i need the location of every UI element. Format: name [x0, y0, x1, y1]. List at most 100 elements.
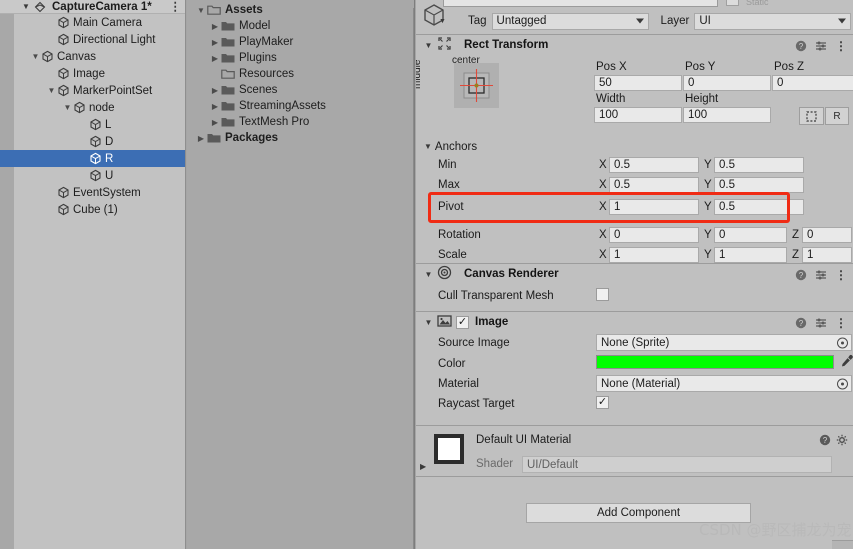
- preset-icon[interactable]: [815, 317, 827, 329]
- chevron-right-icon[interactable]: ▶: [209, 118, 221, 127]
- gameobject-cube-icon: [57, 203, 70, 216]
- pos-y-input[interactable]: 0: [683, 75, 771, 91]
- chevron-down-icon: [635, 18, 644, 24]
- anchor-min-y-input[interactable]: 0.5: [714, 157, 804, 173]
- pivot-y-input[interactable]: 0.5: [714, 199, 804, 215]
- material-object-field[interactable]: None (Material): [596, 375, 852, 392]
- hierarchy-item-directional-light[interactable]: Directional Light: [0, 31, 185, 48]
- chevron-down-icon[interactable]: ▼: [422, 41, 435, 50]
- hierarchy-item-label: node: [89, 101, 115, 114]
- help-icon[interactable]: ?: [795, 317, 807, 329]
- chevron-down-icon[interactable]: ▼: [422, 270, 435, 279]
- hierarchy-item-r[interactable]: R: [0, 150, 185, 167]
- chevron-down-icon[interactable]: ▼: [424, 142, 432, 151]
- shader-label: Shader: [476, 458, 514, 470]
- kebab-menu-icon[interactable]: ⋮: [835, 317, 847, 329]
- preset-icon[interactable]: [815, 40, 827, 52]
- chevron-right-icon[interactable]: ▶: [209, 86, 221, 95]
- kebab-menu-icon[interactable]: ⋮: [835, 269, 847, 281]
- anchor-max-x-input[interactable]: 0.5: [609, 177, 699, 193]
- raw-edit-button[interactable]: R: [825, 107, 849, 125]
- scale-y-input[interactable]: 1: [714, 247, 787, 263]
- cull-transparent-mesh-checkbox[interactable]: [596, 288, 609, 301]
- blueprint-mode-button[interactable]: [799, 107, 824, 125]
- kebab-menu-icon[interactable]: ⋮: [835, 40, 847, 52]
- hierarchy-item-d[interactable]: D: [0, 133, 185, 150]
- tag-dropdown[interactable]: Untagged: [491, 12, 649, 30]
- hierarchy-item-eventsystem[interactable]: EventSystem: [0, 184, 185, 201]
- scale-x-input[interactable]: 1: [609, 247, 699, 263]
- pos-x-input[interactable]: 50: [594, 75, 682, 91]
- gameobject-cube-icon: [57, 33, 70, 46]
- project-item-playmaker[interactable]: ▶ PlayMaker: [187, 34, 414, 50]
- canvas-renderer-header[interactable]: ▼ Canvas Renderer ? ⋮: [416, 263, 853, 284]
- object-picker-icon[interactable]: [837, 378, 848, 389]
- anchor-min-x-input[interactable]: 0.5: [609, 157, 699, 173]
- chevron-right-icon[interactable]: ▶: [209, 22, 221, 31]
- raycast-target-checkbox[interactable]: ✓: [596, 396, 609, 409]
- help-icon[interactable]: ?: [819, 434, 831, 449]
- pos-z-input[interactable]: 0: [772, 75, 853, 91]
- hierarchy-item-u[interactable]: U: [0, 167, 185, 184]
- object-picker-icon[interactable]: [837, 337, 848, 348]
- preset-icon[interactable]: [815, 269, 827, 281]
- source-image-object-field[interactable]: None (Sprite): [596, 334, 852, 351]
- rect-transform-header-icons: ? ⋮: [795, 35, 847, 56]
- chevron-right-icon[interactable]: ▶: [209, 38, 221, 47]
- hierarchy-item-canvas[interactable]: ▼ Canvas: [0, 48, 185, 65]
- rect-transform-header[interactable]: ▼ Rect Transform ? ⋮: [416, 34, 853, 55]
- project-item-resources[interactable]: Resources: [187, 66, 414, 82]
- hierarchy-item-markerpointset[interactable]: ▼ MarkerPointSet: [0, 82, 185, 99]
- help-icon[interactable]: ?: [795, 269, 807, 281]
- height-input[interactable]: 100: [683, 107, 771, 123]
- chevron-down-icon[interactable]: ▼: [46, 82, 57, 99]
- project-item-plugins[interactable]: ▶ Plugins: [187, 50, 414, 66]
- layer-dropdown[interactable]: UI: [694, 12, 852, 30]
- hierarchy-item-main-camera[interactable]: Main Camera: [0, 14, 185, 31]
- chevron-right-icon[interactable]: ▶: [209, 54, 221, 63]
- project-item-textmesh-pro[interactable]: ▶ TextMesh Pro: [187, 114, 414, 130]
- rotation-x-input[interactable]: 0: [609, 227, 699, 243]
- anchor-preset-widget[interactable]: [454, 63, 499, 108]
- tag-layer-row: ▼ Tag Untagged Layer UI: [416, 4, 853, 34]
- chevron-right-icon[interactable]: ▶: [420, 462, 426, 471]
- gear-icon[interactable]: [836, 434, 848, 449]
- project-item-streamingassets[interactable]: ▶ StreamingAssets: [187, 98, 414, 114]
- anchor-max-y-input[interactable]: 0.5: [714, 177, 804, 193]
- chevron-right-icon[interactable]: ▶: [195, 134, 207, 143]
- project-item-model[interactable]: ▶ Model: [187, 18, 414, 34]
- rotation-y-input[interactable]: 0: [714, 227, 787, 243]
- width-input[interactable]: 100: [594, 107, 682, 123]
- scene-header-row[interactable]: ▼ CaptureCamera 1* ⋮: [0, 0, 185, 14]
- gameobject-name-field[interactable]: [443, 0, 718, 7]
- pivot-x-input[interactable]: 1: [609, 199, 699, 215]
- folder-icon: [221, 36, 235, 48]
- chevron-down-icon[interactable]: ▼: [422, 318, 435, 327]
- kebab-menu-icon[interactable]: ⋮: [170, 0, 182, 14]
- scale-z-input[interactable]: 1: [802, 247, 852, 263]
- chevron-down-icon[interactable]: ▼: [439, 18, 446, 25]
- image-enabled-checkbox[interactable]: ✓: [456, 315, 469, 329]
- hierarchy-item-node[interactable]: ▼ node: [0, 99, 185, 116]
- chevron-right-icon[interactable]: ▶: [209, 102, 221, 111]
- static-checkbox[interactable]: [726, 0, 739, 6]
- material-label: Material: [438, 378, 479, 390]
- hierarchy-item-image[interactable]: Image: [0, 65, 185, 82]
- chevron-down-icon[interactable]: ▼: [22, 2, 30, 11]
- hierarchy-item-l[interactable]: L: [0, 116, 185, 133]
- eyedropper-icon[interactable]: [840, 354, 853, 371]
- chevron-down-icon[interactable]: ▼: [30, 48, 41, 65]
- hierarchy-item-label: Directional Light: [73, 33, 156, 46]
- help-icon[interactable]: ?: [795, 40, 807, 52]
- shader-dropdown[interactable]: UI/Default: [522, 456, 832, 473]
- image-component-header[interactable]: ▼ ✓ Image ? ⋮: [416, 311, 853, 332]
- hierarchy-item-cube-1[interactable]: Cube (1): [0, 201, 185, 218]
- project-item-packages[interactable]: ▶ Packages: [187, 130, 414, 146]
- chevron-down-icon[interactable]: ▼: [62, 99, 73, 116]
- rotation-z-input[interactable]: 0: [802, 227, 852, 243]
- project-item-assets[interactable]: ▼ Assets: [187, 2, 414, 18]
- project-item-label: Plugins: [239, 52, 277, 64]
- color-swatch[interactable]: [596, 355, 834, 369]
- project-item-scenes[interactable]: ▶ Scenes: [187, 82, 414, 98]
- chevron-down-icon[interactable]: ▼: [195, 6, 207, 15]
